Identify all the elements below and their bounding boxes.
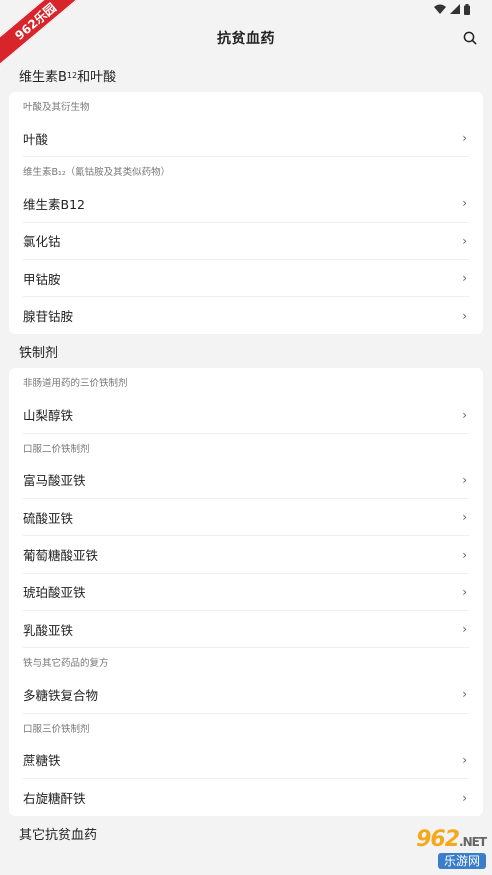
list-item-mecobalamin[interactable]: 甲钴胺 › [23,260,469,298]
chevron-right-icon: › [462,622,467,637]
list-item-ferrous-succinate[interactable]: 琥珀酸亚铁 › [23,574,469,611]
search-icon [463,31,477,45]
chevron-right-icon: › [462,510,467,525]
item-label: 琥珀酸亚铁 [23,585,86,601]
chevron-right-icon: › [462,687,467,702]
wifi-icon [434,4,446,14]
group-subhead: 铁与其它药品的复方 [23,658,109,670]
item-label: 氯化钴 [23,234,61,250]
site-watermark: 962.NET 乐游网 [354,827,487,871]
section-title-iron: 铁制剂 [19,345,59,361]
watermark-brand: 962 [416,827,460,852]
battery-icon [464,3,470,15]
list-item-ferrous-fumarate[interactable]: 富马酸亚铁 › [23,462,469,500]
group-subhead: 口服三价铁制剂 [23,723,90,735]
item-label: 硫酸亚铁 [23,510,74,526]
watermark-suffix: .NET [459,835,487,849]
chevron-right-icon: › [462,752,467,767]
section-title-sub: 12 [66,70,78,80]
item-label: 叶酸 [23,131,49,147]
item-label: 右旋糖酐铁 [23,791,86,806]
chevron-right-icon: › [462,472,467,487]
list-item-ferrous-sulfate[interactable]: 硫酸亚铁 › [23,499,469,537]
chevron-right-icon: › [462,233,467,248]
item-label: 甲钴胺 [23,271,61,287]
section-title-main: 维生素B [19,69,67,85]
list-item-ferrous-lactate[interactable]: 乳酸亚铁 › [23,611,469,649]
list-item-folic-acid[interactable]: 叶酸 › [23,120,469,158]
group-subhead: 叶酸及其衍生物 [23,102,90,113]
chevron-right-icon: › [462,271,467,286]
group-subhead: 维生素B₁₂（氰钴胺及其类似药物） [23,167,171,179]
list-item-cobalt-chloride[interactable]: 氯化钴 › [23,223,469,260]
item-label: 富马酸亚铁 [23,473,86,489]
app-header: 抗贫血药 [0,18,492,58]
group-subhead: 非肠道用药的三价铁制剂 [23,378,128,390]
section-title-tail: 和叶酸 [77,69,117,85]
chevron-right-icon: › [462,790,467,805]
item-label: 山梨醇铁 [23,408,74,424]
chevron-right-icon: › [462,131,467,146]
item-label: 蔗糖铁 [23,753,61,769]
chevron-right-icon: › [462,308,467,323]
signal-icon [450,4,460,14]
section-card-1: 叶酸及其衍生物 叶酸 › 维生素B₁₂（氰钴胺及其类似药物） 维生素B12 › … [9,92,483,335]
list-item-polysaccharide-iron[interactable]: 多糖铁复合物 › [23,676,469,714]
chevron-right-icon: › [462,196,467,211]
item-label: 腺苷钴胺 [23,309,74,325]
page-title: 抗贫血药 [217,31,275,47]
list-item-vitamin-b12[interactable]: 维生素B12 › [23,185,469,223]
list-item-iron-sorbitol[interactable]: 山梨醇铁 › [23,396,469,434]
group-subhead: 口服二价铁制剂 [23,443,90,455]
item-label: 维生素B12 [23,196,85,212]
chevron-right-icon: › [462,547,467,562]
item-label: 葡萄糖酸亚铁 [23,548,99,564]
section-title-vitamin-b12-folic: 维生素B 12 和叶酸 [0,58,492,92]
list-item-iron-dextran[interactable]: 右旋糖酐铁 › [23,779,469,816]
section-card-2: 非肠道用药的三价铁制剂 山梨醇铁 › 口服二价铁制剂 富马酸亚铁 › 硫酸亚铁 … [9,368,483,817]
chevron-right-icon: › [462,584,467,599]
item-label: 多糖铁复合物 [23,687,99,703]
search-button[interactable] [460,28,480,48]
list-item-ferrous-gluconate[interactable]: 葡萄糖酸亚铁 › [23,536,469,574]
watermark-sub: 乐游网 [437,853,486,869]
list-item-cobamamide[interactable]: 腺苷钴胺 › [23,297,469,334]
chevron-right-icon: › [462,407,467,422]
item-label: 乳酸亚铁 [23,622,74,638]
list-item-iron-sucrose[interactable]: 蔗糖铁 › [23,742,469,779]
